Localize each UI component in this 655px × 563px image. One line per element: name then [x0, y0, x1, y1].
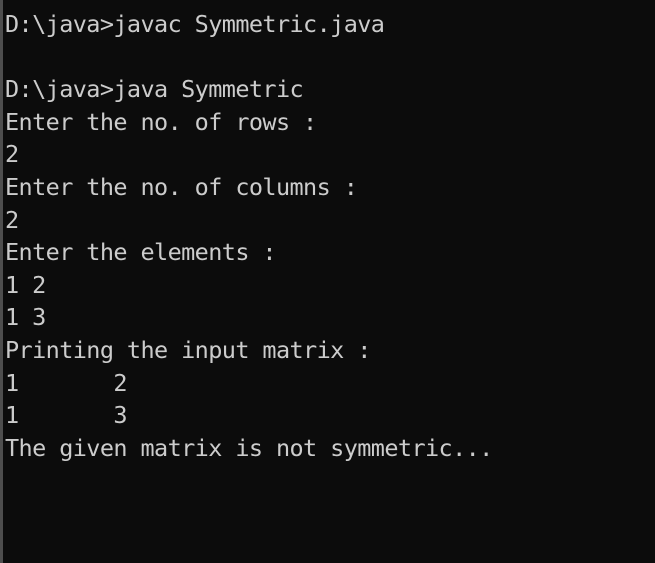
- console-line-matrix-row-2: 1 3: [5, 401, 128, 430]
- console-line-javac-command: D:\java>javac Symmetric.java: [5, 10, 385, 38]
- console-line-rows-prompt: Enter the no. of rows :: [5, 107, 317, 136]
- console-line-elements-row-2: 1 3: [5, 303, 46, 332]
- console-line-elements-row-1: 1 2: [5, 270, 46, 299]
- console-line-elements-prompt: Enter the elements :: [5, 238, 277, 267]
- console-line-columns-prompt: Enter the no. of columns :: [5, 172, 358, 201]
- console-line-rows-input: 2: [5, 140, 19, 169]
- console-line-java-command: D:\java>java Symmetric: [5, 75, 304, 104]
- console-output[interactable]: D:\java>javac Symmetric.java D:\java>jav…: [0, 0, 655, 563]
- window-left-edge: [0, 0, 3, 563]
- console-line-printing-header: Printing the input matrix :: [5, 335, 371, 364]
- console-line-matrix-row-1: 1 2: [5, 368, 128, 397]
- console-line-columns-input: 2: [5, 205, 19, 234]
- console-line-result: The given matrix is not symmetric...: [5, 433, 493, 462]
